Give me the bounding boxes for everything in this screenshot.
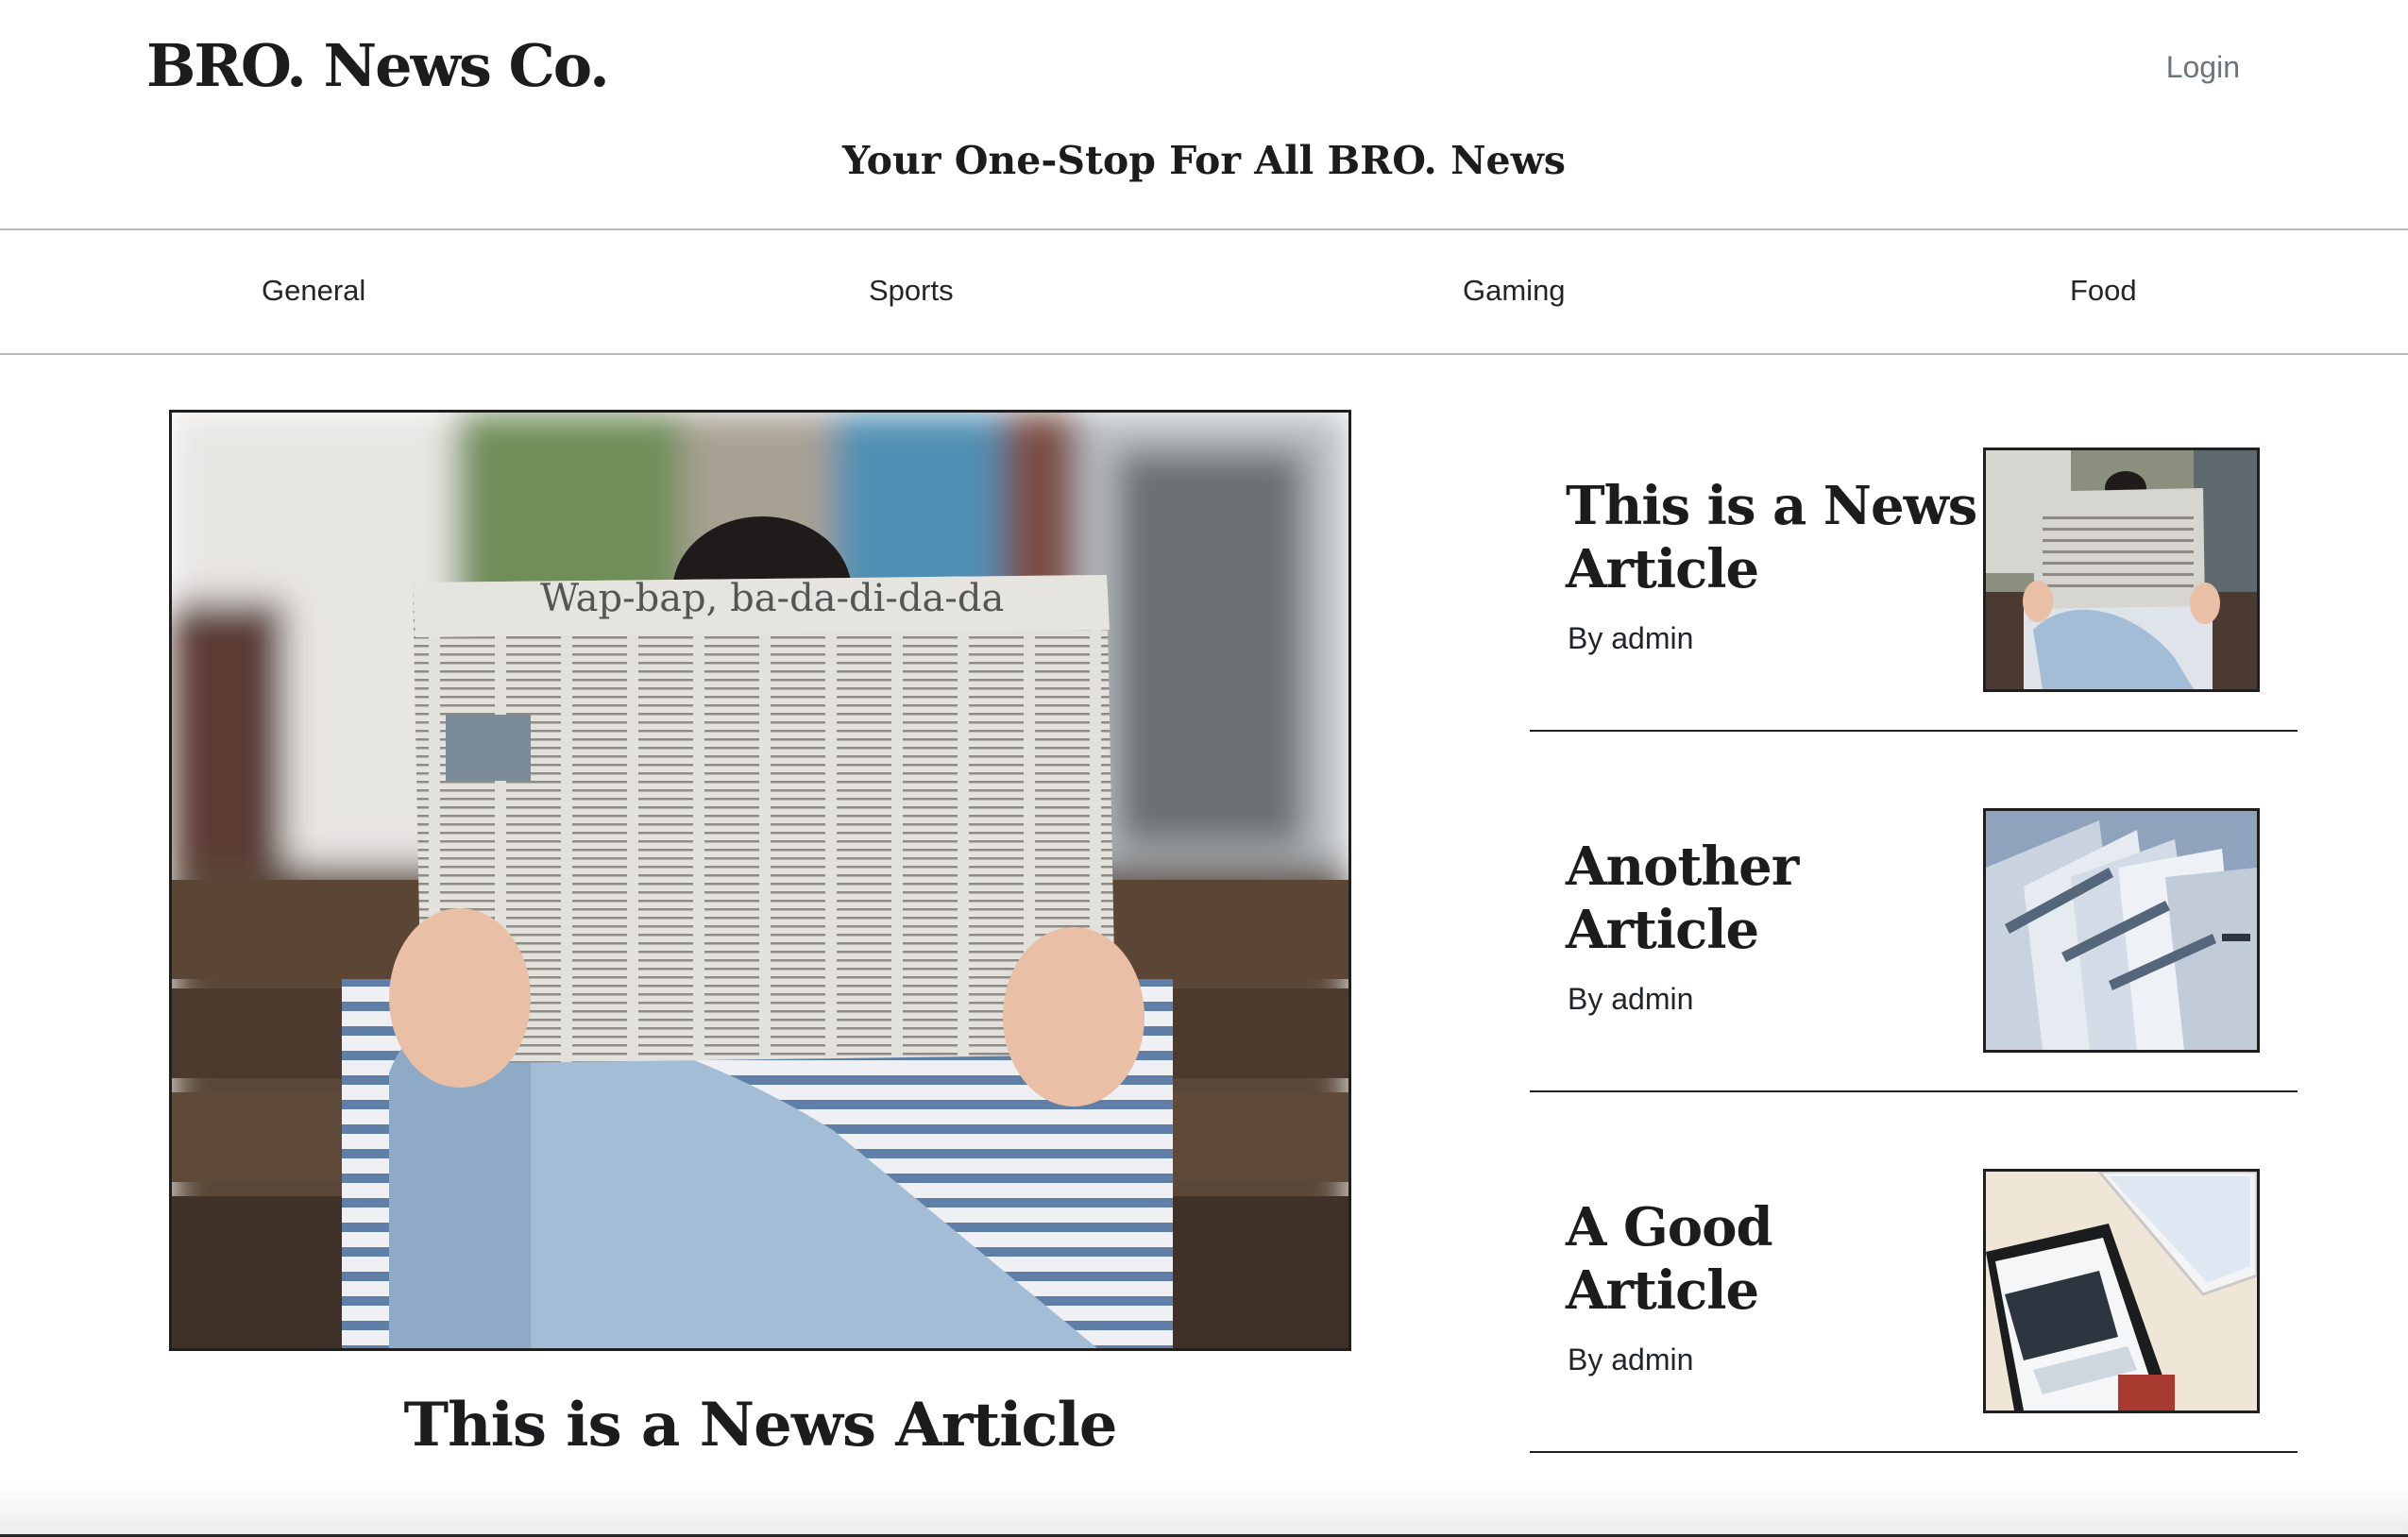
- nav-item-general[interactable]: General: [262, 272, 365, 310]
- phone-and-tablet-news-photo: [1986, 1172, 2257, 1410]
- man-reading-newspaper-photo: [1986, 450, 2257, 689]
- side-article-author: By admin: [1568, 1343, 1694, 1377]
- side-article-thumbnail[interactable]: [1983, 808, 2260, 1053]
- featured-article-title[interactable]: This is a News Article: [169, 1386, 1351, 1465]
- site-brand[interactable]: BRO. News Co.: [146, 30, 610, 102]
- stacked-newspapers-photo: [1986, 811, 2257, 1050]
- featured-article-image[interactable]: Wap-bap, ba-da-di-da-da: [169, 410, 1351, 1351]
- side-article: Another Article By admin: [1530, 732, 2298, 1092]
- svg-text:Wap-bap, ba-da-di-da-da: Wap-bap, ba-da-di-da-da: [540, 577, 1004, 620]
- man-reading-newspaper-photo: Wap-bap, ba-da-di-da-da: [172, 413, 1348, 1348]
- nav-item-gaming[interactable]: Gaming: [1463, 272, 1566, 310]
- side-article-author: By admin: [1568, 982, 1694, 1016]
- side-article-title[interactable]: A Good Article: [1566, 1196, 1981, 1323]
- nav-item-food[interactable]: Food: [2070, 272, 2137, 310]
- side-article: A Good Article By admin: [1530, 1092, 2298, 1453]
- site-tagline: Your One-Stop For All BRO. News: [841, 138, 1567, 183]
- login-link[interactable]: Login: [2166, 47, 2240, 87]
- category-nav: General Sports Gaming Food: [0, 228, 2408, 355]
- side-article: This is a News Article By admin: [1530, 371, 2298, 732]
- nav-item-sports[interactable]: Sports: [869, 272, 954, 310]
- side-article-thumbnail[interactable]: [1983, 448, 2260, 692]
- side-article-author: By admin: [1568, 621, 1694, 655]
- bottom-shadow: [0, 1480, 2408, 1537]
- side-article-title[interactable]: This is a News Article: [1566, 475, 1981, 601]
- side-article-thumbnail[interactable]: [1983, 1169, 2260, 1413]
- side-article-title[interactable]: Another Article: [1566, 836, 1981, 962]
